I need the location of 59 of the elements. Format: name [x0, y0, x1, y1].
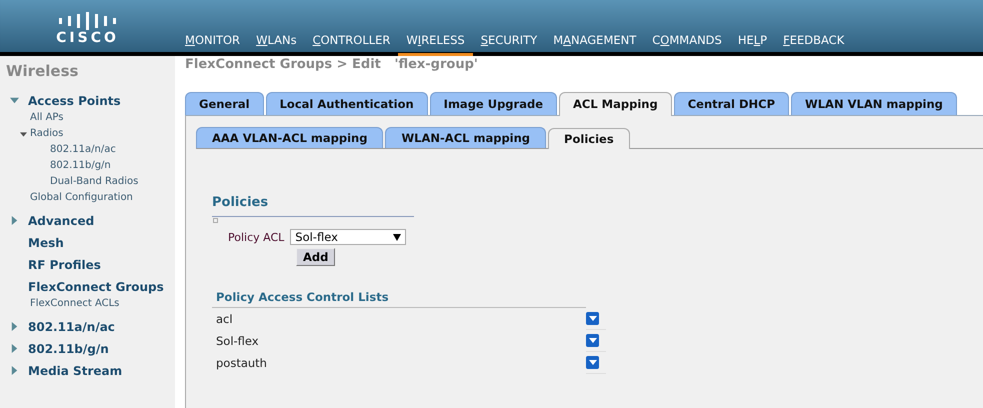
sidebar-subitem[interactable]: All APs	[30, 110, 64, 126]
caret-down-icon	[393, 234, 402, 240]
tab[interactable]: ACL Mapping	[559, 92, 672, 116]
sidebar-item[interactable]: Advanced	[28, 214, 94, 228]
caret-down-icon[interactable]	[20, 130, 27, 138]
row-menu-button[interactable]	[586, 356, 599, 369]
section-heading: Policies	[212, 195, 414, 217]
sidebar-item[interactable]: 802.11a/n/ac	[28, 320, 115, 334]
acl-name: postauth	[215, 356, 267, 370]
sidebar-item[interactable]: Mesh	[28, 236, 64, 250]
list-heading: Policy Access Control Lists	[212, 290, 586, 308]
row-menu-button[interactable]	[586, 334, 599, 347]
menu-item[interactable]: WLANs	[248, 33, 305, 56]
row-menu-button[interactable]	[586, 312, 599, 325]
caret-down-icon	[588, 360, 596, 365]
sidebar-subitem[interactable]: 802.11a/n/ac	[50, 144, 116, 155]
tab[interactable]: General	[185, 92, 264, 115]
caret-down-icon[interactable]	[10, 96, 19, 105]
caret-right-icon[interactable]	[10, 344, 19, 353]
subtab[interactable]: WLAN-ACL mapping	[385, 127, 546, 148]
menu-item[interactable]: WIRELESS	[398, 33, 473, 56]
sidebar-subitem[interactable]: Global Configuration	[30, 190, 133, 206]
policy-acl-dropdown[interactable]: Sol-flex	[290, 229, 406, 245]
caret-down-icon	[588, 338, 596, 343]
caret-right-icon[interactable]	[10, 322, 19, 331]
subtab[interactable]: Policies	[548, 128, 630, 149]
field-label: Policy ACL	[228, 230, 284, 244]
add-button[interactable]: Add	[296, 248, 336, 266]
menu-item[interactable]: MONITOR	[177, 33, 248, 56]
tab[interactable]: Local Authentication	[266, 92, 428, 115]
sidebar-item[interactable]: FlexConnect Groups	[28, 280, 164, 294]
tab[interactable]: Central DHCP	[674, 92, 790, 115]
menu-item[interactable]: FEEDBACK	[775, 33, 852, 56]
acl-name: acl	[215, 312, 233, 326]
menu-item[interactable]: SECURITY	[472, 33, 546, 56]
sidebar-subitem[interactable]: Radios	[30, 126, 64, 142]
tab[interactable]: WLAN VLAN mapping	[791, 92, 957, 115]
small-square-icon	[213, 218, 218, 223]
sidebar-subitem[interactable]: 802.11b/g/n	[50, 160, 111, 171]
sidebar-title: Wireless	[6, 62, 80, 80]
sidebar-item[interactable]: Media Stream	[28, 364, 122, 378]
acl-name: Sol-flex	[215, 334, 259, 348]
caret-right-icon[interactable]	[10, 216, 19, 225]
menu-item[interactable]: MANAGEMENT	[545, 33, 644, 56]
page-title: FlexConnect Groups > Edit 'flex-group'	[185, 57, 479, 74]
sidebar-subitem[interactable]: FlexConnect ACLs	[30, 296, 120, 312]
logo-text: CISCO	[56, 30, 119, 46]
sidebar-subitem[interactable]: Dual-Band Radios	[50, 176, 138, 187]
menu-item[interactable]: COMMANDS	[644, 33, 730, 56]
caret-right-icon[interactable]	[10, 366, 19, 375]
sidebar-item[interactable]: 802.11b/g/n	[28, 342, 109, 356]
sidebar-item[interactable]: Access Points	[28, 94, 121, 108]
menu-item[interactable]: HELP	[730, 33, 776, 56]
tab[interactable]: Image Upgrade	[430, 92, 557, 115]
menu-item[interactable]: CONTROLLER	[304, 33, 398, 56]
logo-bars-icon	[56, 12, 118, 30]
sidebar-item[interactable]: RF Profiles	[28, 258, 101, 272]
subtab[interactable]: AAA VLAN-ACL mapping	[196, 127, 384, 148]
caret-down-icon	[588, 316, 596, 321]
